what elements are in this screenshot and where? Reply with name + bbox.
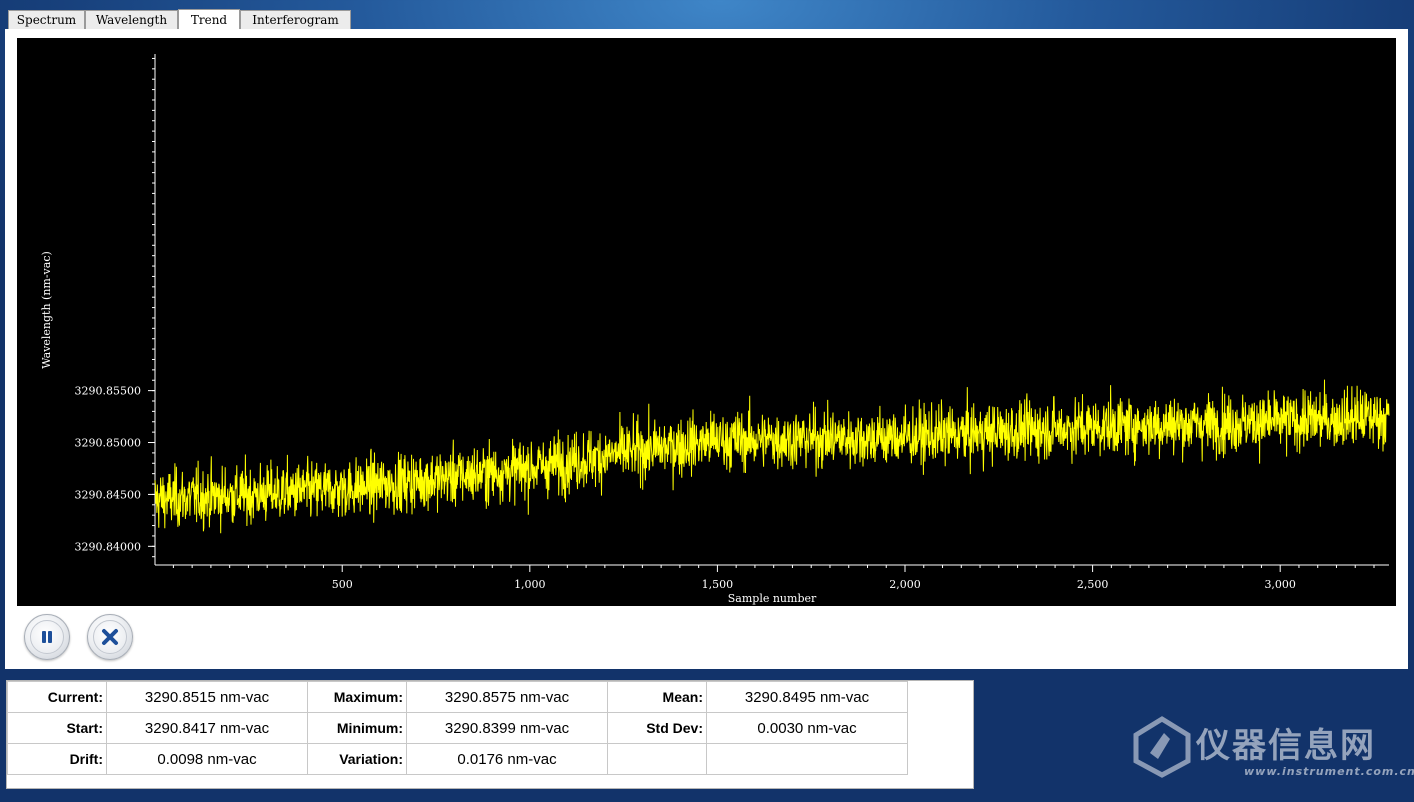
x-tick-label: 2,500 — [1077, 578, 1109, 591]
x-tick-label: 1,500 — [702, 578, 734, 591]
x-tick-label: 1,000 — [514, 578, 546, 591]
empty-value — [706, 743, 908, 775]
watermark-text: 仪器信息网 — [1196, 726, 1376, 766]
y-axis: 3290.84000 3290.84500 3290.85000 3290.85500 — [75, 54, 156, 565]
x-tick-label: 3,000 — [1264, 578, 1296, 591]
stop-button[interactable] — [87, 614, 133, 660]
series-line — [154, 379, 1390, 534]
current-label: Current: — [7, 681, 107, 713]
maximum-value: 3290.8575 nm-vac — [406, 681, 608, 713]
stats-row: Drift: 0.0098 nm-vac Variation: 0.0176 n… — [7, 743, 908, 775]
drift-value: 0.0098 nm-vac — [106, 743, 308, 775]
tab-spectrum[interactable]: Spectrum — [8, 10, 85, 29]
tab-wavelength[interactable]: Wavelength — [85, 10, 178, 29]
pause-icon — [30, 620, 64, 654]
tab-interferogram[interactable]: Interferogram — [240, 10, 351, 29]
stats-row: Start: 3290.8417 nm-vac Minimum: 3290.83… — [7, 712, 908, 744]
variation-value: 0.0176 nm-vac — [406, 743, 608, 775]
empty-label — [607, 743, 707, 775]
start-value: 3290.8417 nm-vac — [106, 712, 308, 744]
stddev-label: Std Dev: — [607, 712, 707, 744]
start-label: Start: — [7, 712, 107, 744]
y-axis-label: Wavelength (nm-vac) — [40, 251, 53, 369]
x-axis: 500 1,000 1,500 2,000 2,500 3,000 — [155, 564, 1389, 591]
stats-row: Current: 3290.8515 nm-vac Maximum: 3290.… — [7, 681, 908, 713]
y-tick-label: 3290.85500 — [75, 385, 141, 398]
maximum-label: Maximum: — [307, 681, 407, 713]
variation-label: Variation: — [307, 743, 407, 775]
y-tick-label: 3290.85000 — [75, 437, 141, 450]
trend-chart: 3290.84000 3290.84500 3290.85000 3290.85500… — [40, 54, 1390, 605]
tab-bar: Spectrum Wavelength Trend Interferogram — [8, 9, 351, 29]
minimum-label: Minimum: — [307, 712, 407, 744]
close-icon — [93, 620, 127, 654]
drift-label: Drift: — [7, 743, 107, 775]
stddev-value: 0.0030 nm-vac — [706, 712, 908, 744]
y-tick-label: 3290.84000 — [75, 540, 141, 553]
mean-label: Mean: — [607, 681, 707, 713]
watermark-logo-icon — [1133, 716, 1191, 778]
y-tick-label: 3290.84500 — [75, 488, 141, 501]
trend-plot: 3290.84000 3290.84500 3290.85000 3290.85500… — [17, 38, 1396, 606]
x-axis-label: Sample number — [728, 592, 817, 605]
minimum-value: 3290.8399 nm-vac — [406, 712, 608, 744]
watermark: 仪器信息网 www.instrument.com.cn — [1130, 715, 1414, 785]
mean-value: 3290.8495 nm-vac — [706, 681, 908, 713]
watermark-url: www.instrument.com.cn — [1244, 765, 1414, 778]
pause-button[interactable] — [24, 614, 70, 660]
x-tick-label: 500 — [332, 578, 353, 591]
tab-trend[interactable]: Trend — [178, 9, 240, 29]
x-tick-label: 2,000 — [889, 578, 921, 591]
stats-table: Current: 3290.8515 nm-vac Maximum: 3290.… — [6, 680, 974, 789]
current-value: 3290.8515 nm-vac — [106, 681, 308, 713]
